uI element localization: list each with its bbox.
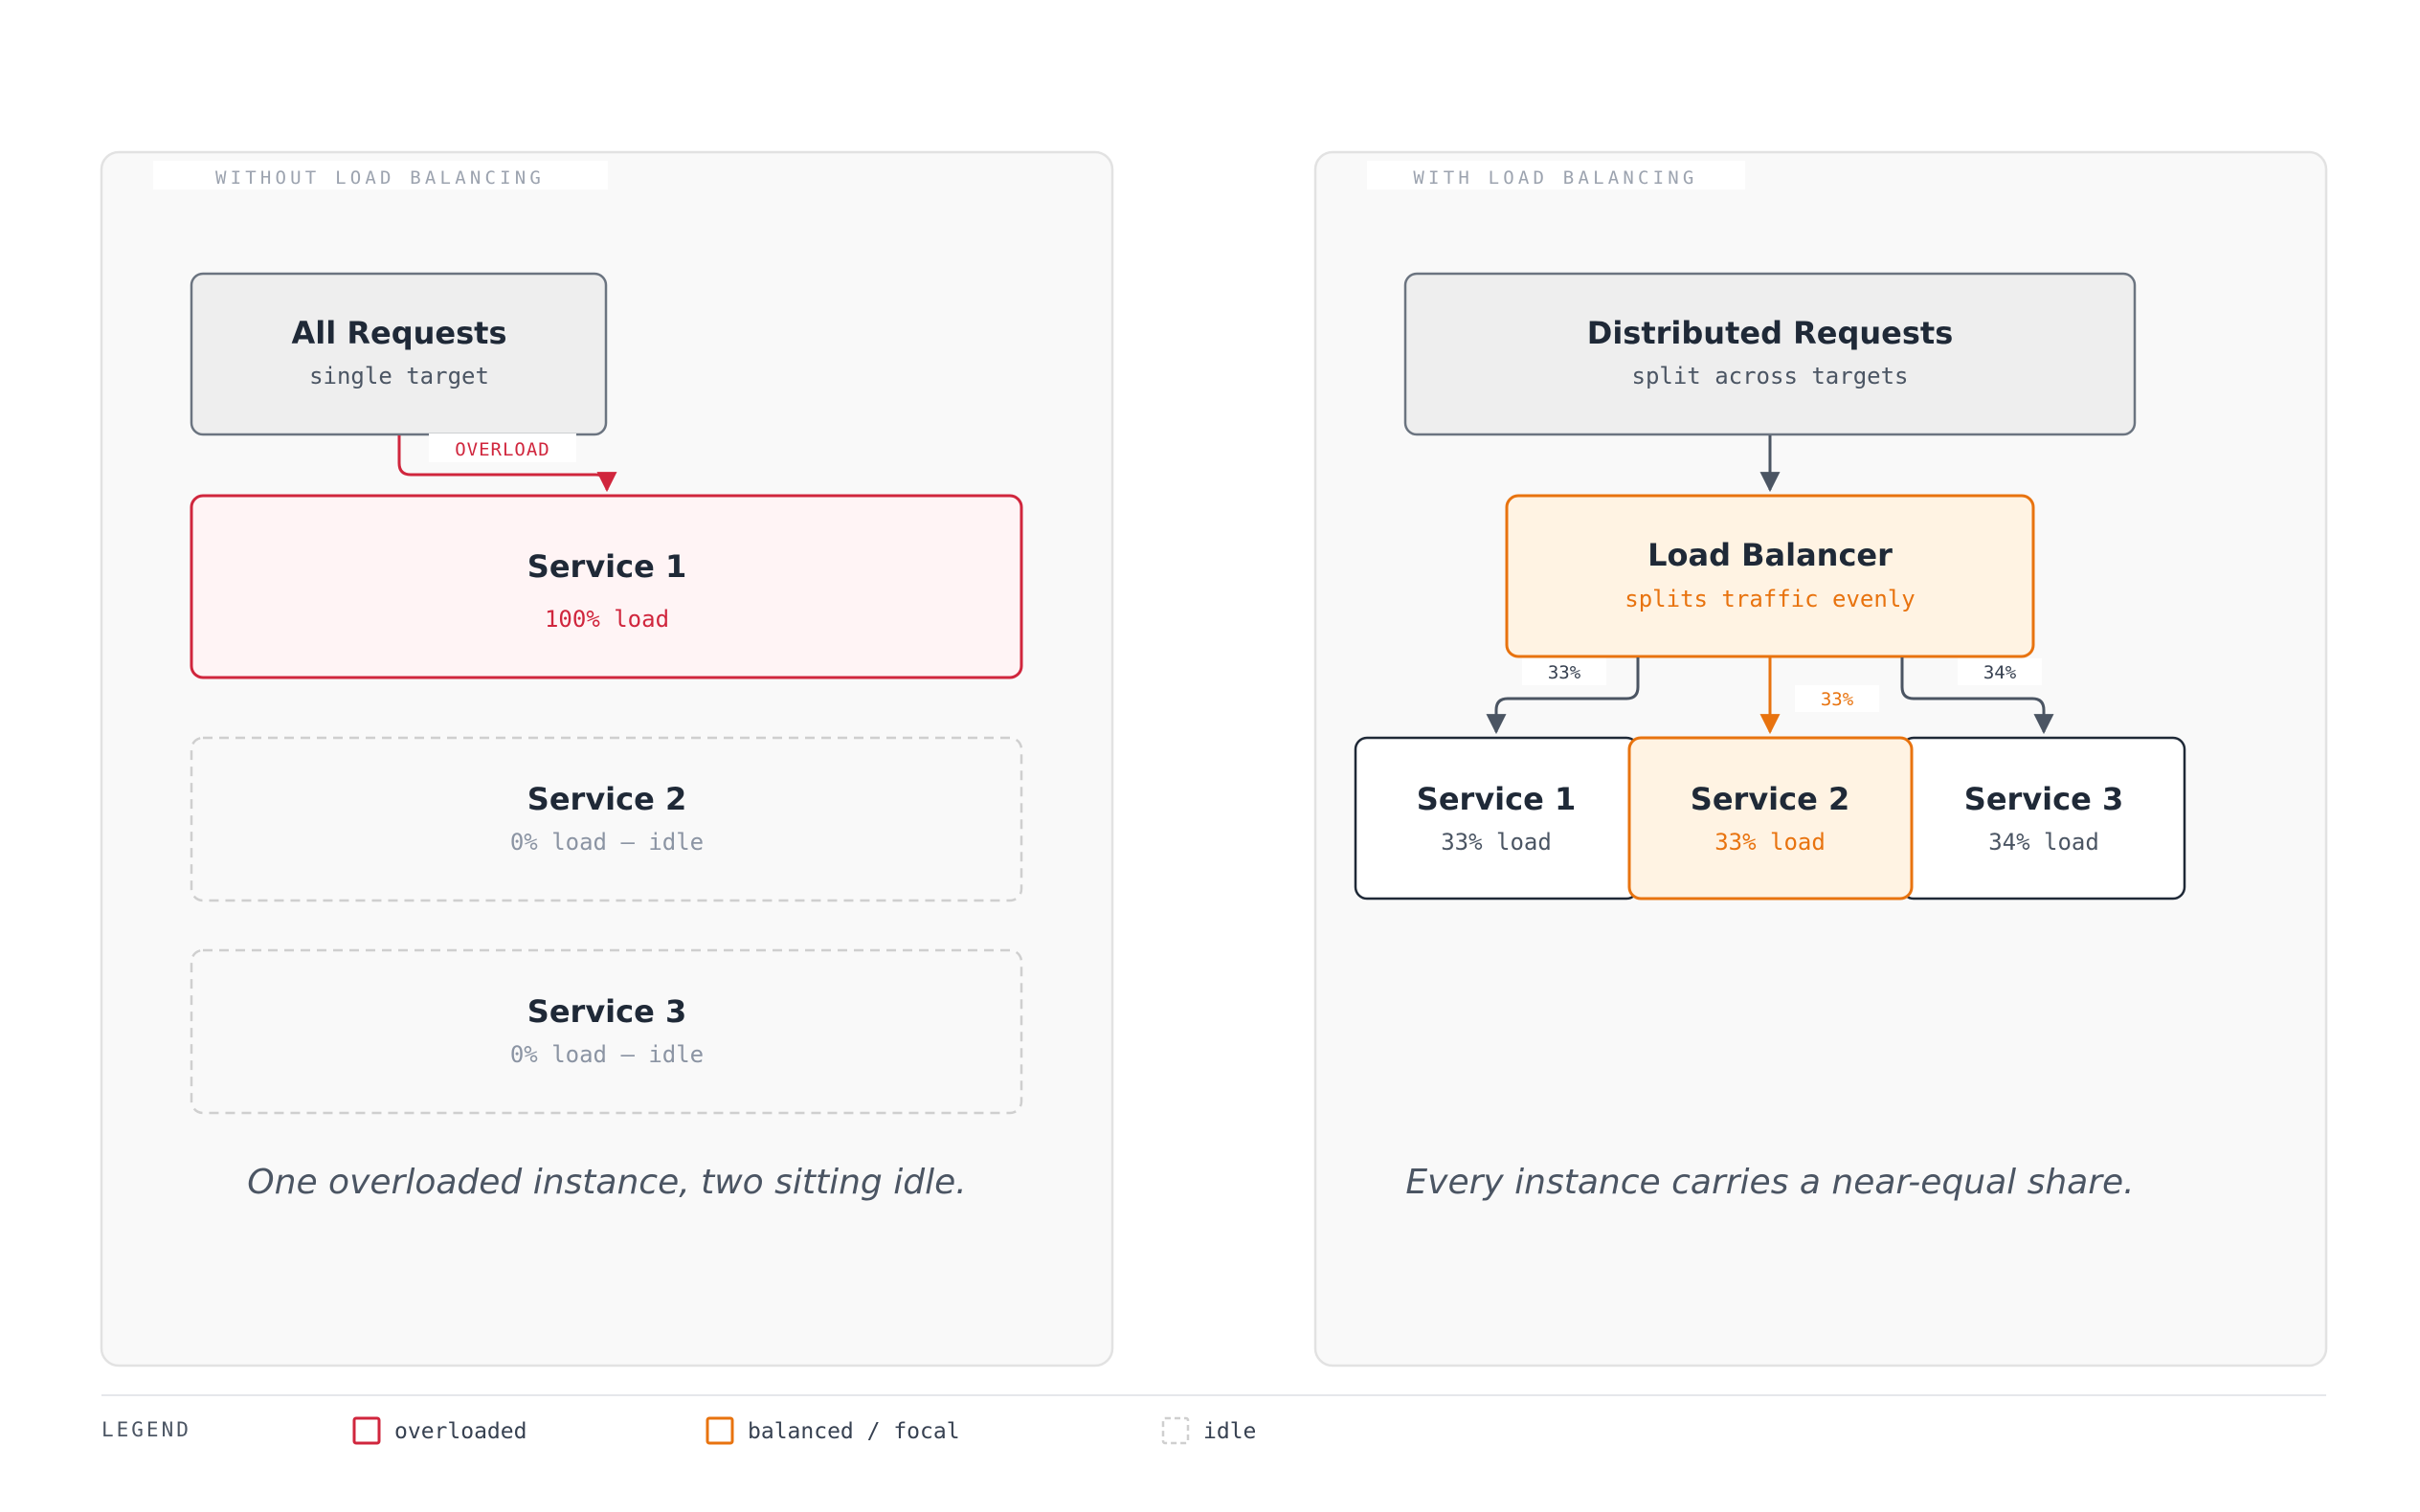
edge-label-overload: OVERLOAD [455, 439, 550, 460]
node-distributed-requests: Distributed Requests split across target… [1403, 272, 2137, 436]
node-subtitle: 0% load — idle [510, 829, 704, 856]
edge-label-service-3: 34% [1983, 662, 2017, 683]
node-title: All Requests [292, 315, 507, 351]
legend-label: idle [1203, 1419, 1256, 1444]
legend: LEGEND overloaded balanced / focal idle [101, 1394, 2326, 1445]
node-subtitle: splits traffic evenly [1625, 586, 1915, 612]
panel-tag: WITHOUT LOAD BALANCING [215, 167, 545, 189]
node-box-focal [1627, 736, 1914, 901]
node-box-focal [1505, 494, 2035, 658]
node-title: Service 3 [527, 993, 686, 1030]
node-subtitle: 0% load — idle [510, 1041, 704, 1068]
legend-item-overloaded: overloaded [352, 1416, 527, 1445]
panel-caption: Every instance carries a near-equal shar… [1405, 1163, 2134, 1202]
legend-swatch-idle [1161, 1416, 1190, 1445]
node-title: Service 2 [527, 781, 686, 817]
node-right-service-3: Service 3 34% load [1900, 736, 2186, 901]
panel-caption: One overloaded instance, two sitting idl… [247, 1163, 966, 1202]
node-title: Load Balancer [1647, 537, 1893, 573]
node-box [1403, 272, 2137, 436]
legend-title: LEGEND [101, 1418, 191, 1441]
node-left-service-2: Service 2 0% load — idle [190, 736, 1023, 902]
edge-label-service-2: 33% [1821, 689, 1854, 710]
node-load-balancer: Load Balancer splits traffic evenly [1505, 494, 2035, 658]
node-subtitle: single target [309, 363, 489, 389]
node-box-idle [190, 736, 1023, 902]
node-left-service-3: Service 3 0% load — idle [190, 948, 1023, 1115]
legend-swatch-overloaded [352, 1416, 381, 1445]
legend-item-idle: idle [1161, 1416, 1256, 1445]
node-left-service-1: Service 1 100% load [190, 494, 1023, 679]
node-subtitle: split across targets [1632, 363, 1909, 389]
node-title: Service 3 [1964, 781, 2123, 817]
node-title: Service 2 [1691, 781, 1849, 817]
node-right-service-2: Service 2 33% load [1627, 736, 1914, 901]
node-title: Service 1 [527, 548, 686, 585]
legend-label: balanced / focal [748, 1419, 960, 1444]
node-box-idle [190, 948, 1023, 1115]
legend-item-balanced: balanced / focal [706, 1416, 960, 1445]
load-balancing-diagram: WITHOUT LOAD BALANCING All Requests sing… [100, 150, 2328, 1445]
panel-without-load-balancing: WITHOUT LOAD BALANCING All Requests sing… [100, 150, 1114, 1367]
node-subtitle: 33% load [1714, 829, 1826, 856]
legend-label: overloaded [394, 1419, 527, 1444]
legend-swatch-balanced [706, 1416, 734, 1445]
panel-tag: WITH LOAD BALANCING [1413, 167, 1697, 189]
panel-with-load-balancing: WITH LOAD BALANCING Distributed Requests… [1313, 150, 2328, 1367]
node-subtitle: 100% load [545, 606, 669, 633]
node-title: Service 1 [1417, 781, 1576, 817]
node-box-overloaded [190, 494, 1023, 679]
node-box [1354, 736, 1640, 901]
node-all-requests: All Requests single target [190, 272, 608, 436]
node-box [1900, 736, 2186, 901]
node-subtitle: 33% load [1441, 829, 1552, 856]
node-title: Distributed Requests [1587, 315, 1953, 351]
node-box [190, 272, 608, 436]
edge-label-service-1: 33% [1548, 662, 1581, 683]
node-right-service-1: Service 1 33% load [1354, 736, 1640, 901]
node-subtitle: 34% load [1988, 829, 2099, 856]
